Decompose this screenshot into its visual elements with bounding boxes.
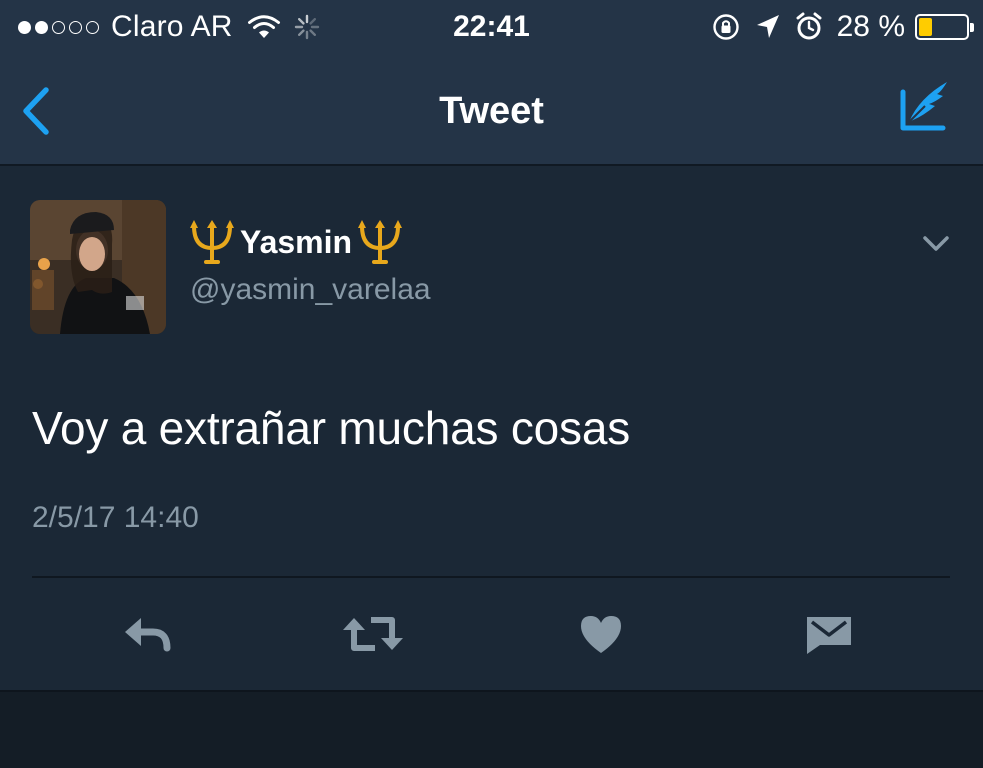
battery-nub — [970, 23, 974, 32]
direct-message-button[interactable] — [794, 604, 864, 664]
location-arrow-icon — [756, 15, 779, 38]
tweet-actions — [0, 604, 983, 664]
battery-level-fill — [919, 18, 932, 36]
alarm-icon — [796, 12, 822, 40]
retweet-button[interactable] — [338, 604, 408, 664]
avatar[interactable] — [30, 200, 166, 334]
battery-icon — [915, 14, 974, 40]
direct-message-icon — [807, 617, 851, 654]
orientation-lock-icon — [712, 14, 739, 40]
tweet-detail: Yasmin @yasmin_varelaa Voy a extrañar mu… — [0, 168, 983, 690]
chevron-down-icon[interactable] — [921, 234, 951, 254]
retweet-icon — [343, 617, 403, 651]
navigation-bar: Tweet — [0, 56, 983, 166]
author-name-row[interactable]: Yasmin — [186, 218, 406, 266]
trident-emblem-icon — [358, 220, 403, 264]
like-icon — [581, 616, 621, 653]
battery-percentage: 28 % — [836, 10, 905, 43]
status-right: 28 % — [711, 8, 974, 46]
reply-icon — [125, 618, 171, 652]
page-title: Tweet — [439, 90, 544, 132]
reply-button[interactable] — [112, 604, 182, 664]
tweet-text: Voy a extrañar muchas cosas — [32, 402, 631, 454]
tweet-detail-screen: Claro AR 22:41 28 % Tweet Yasmin @yasmin… — [0, 0, 983, 768]
user-handle[interactable]: @yasmin_varelaa — [190, 270, 431, 310]
divider — [32, 576, 950, 578]
status-bar: Claro AR 22:41 28 % — [0, 0, 983, 56]
tweet-timestamp[interactable]: 2/5/17 14:40 — [32, 498, 199, 538]
display-name: Yasmin — [240, 223, 353, 260]
bottom-area — [0, 690, 983, 768]
like-button[interactable] — [566, 604, 636, 664]
compose-tweet-icon[interactable] — [895, 76, 955, 138]
trident-emblem-icon — [190, 220, 234, 264]
avatar-photo — [30, 200, 166, 334]
